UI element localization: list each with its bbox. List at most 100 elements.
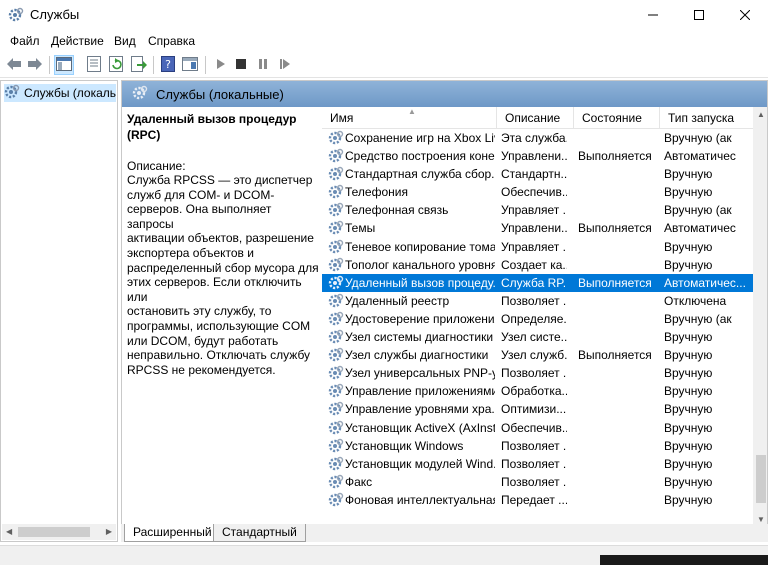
service-status-cell [578, 292, 660, 310]
service-description-cell: Передает ... [501, 492, 567, 507]
scroll-up-icon[interactable]: ▲ [757, 110, 765, 119]
help-button[interactable]: ? [158, 55, 178, 75]
stop-service-button[interactable] [231, 55, 251, 75]
service-description-cell: Определяе... [501, 311, 567, 326]
service-status-cell: Выполняется [578, 348, 652, 363]
menu-file[interactable]: Файл [10, 34, 40, 48]
table-row[interactable]: Средство построения коне... Управлени... В… [322, 147, 753, 165]
column-header-name[interactable]: Имя [322, 107, 497, 129]
menu-help[interactable]: Справка [148, 34, 195, 48]
column-header-description[interactable]: Описание [497, 107, 574, 129]
table-row[interactable]: Темы Управлени... Выполняется Автоматичес [322, 219, 753, 237]
export-list-button[interactable] [129, 55, 149, 75]
service-description-cell: Управляет ... [501, 239, 567, 254]
toolbar-separator [49, 56, 50, 74]
table-row[interactable]: Теневое копирование тома Управляет ... Вру… [322, 238, 753, 256]
start-service-button[interactable] [211, 55, 231, 75]
service-startup-cell: Вручную (ак [664, 131, 732, 145]
refresh-button[interactable] [107, 55, 127, 75]
tab-standard[interactable]: Стандартный [213, 524, 306, 542]
refresh-icon [109, 55, 125, 75]
gear-icon [328, 329, 344, 345]
view-button[interactable] [180, 55, 200, 75]
table-row[interactable]: Управление приложениями Обработка... Вручн… [322, 382, 753, 400]
play-icon [216, 58, 226, 73]
table-row[interactable]: Телефонная связь Управляет ... Вручную (ак [322, 201, 753, 219]
service-description-cell: Позволяет ... [501, 474, 567, 489]
table-row[interactable]: Стандартная служба сбор... Стандартн... Вр… [322, 165, 753, 183]
service-rows: Сохранение игр на Xbox Live Эта служба...… [322, 129, 753, 509]
tree-item-services-local[interactable]: Службы (локальн [4, 84, 116, 102]
back-button[interactable] [4, 55, 24, 75]
table-row[interactable]: Установщик Windows Позволяет ... Вручную [322, 437, 753, 455]
forward-icon [27, 57, 43, 74]
table-row[interactable]: Узел универсальных PNP-у... Позволяет ...… [322, 364, 753, 382]
table-row[interactable]: Узел системы диагностики Узел систе... Вру… [322, 328, 753, 346]
gear-icon [328, 365, 344, 381]
restart-service-button[interactable] [275, 55, 295, 75]
table-row[interactable]: Узел службы диагностики Узел служб... Выпо… [322, 346, 753, 364]
menu-bar: Файл Действие Вид Справка [0, 30, 768, 52]
show-hide-tree-button[interactable] [54, 55, 74, 75]
table-row[interactable]: Тополог канального уровня Создает ка... Вр… [322, 256, 753, 274]
pause-service-button[interactable] [253, 55, 273, 75]
gear-icon [328, 347, 344, 363]
service-startup-cell: Вручную [664, 185, 713, 200]
services-app-icon [8, 7, 24, 23]
gear-icon [328, 184, 344, 200]
table-row[interactable]: Факс Позволяет ... Вручную [322, 473, 753, 491]
pane-title: Службы (локальные) [156, 86, 284, 102]
close-button[interactable] [722, 0, 768, 30]
scrollbar-thumb[interactable] [756, 455, 766, 503]
table-row[interactable]: Управление уровнями хра... Оптимизи... Вру… [322, 400, 753, 418]
list-vertical-scrollbar[interactable]: ▲ ▼ [753, 107, 767, 527]
table-row[interactable]: Удаленный реестр Позволяет ... Отключена [322, 292, 753, 310]
table-row[interactable]: Установщик модулей Wind... Позволяет ... В… [322, 455, 753, 473]
service-description-cell: Управляет ... [501, 203, 567, 218]
tree-item-label: Службы (локальн [24, 86, 116, 100]
service-description-panel: Удаленный вызов процедур (RPC) Описание:… [127, 111, 319, 377]
description-line: распределенный сбор мусора для [127, 260, 319, 275]
service-startup-cell: Вручную [664, 330, 713, 345]
service-startup-cell: Автоматичес [664, 149, 736, 164]
toolbar: ? [0, 52, 768, 78]
service-description-cell: Позволяет ... [501, 293, 567, 308]
scroll-right-icon[interactable]: ▶ [106, 527, 112, 536]
service-description-cell: Эта служба... [501, 131, 567, 145]
scroll-left-icon[interactable]: ◀ [6, 527, 12, 536]
tab-extended[interactable]: Расширенный [124, 524, 221, 542]
service-status-cell [578, 129, 660, 147]
gear-icon [328, 311, 344, 327]
scroll-down-icon[interactable]: ▼ [757, 515, 765, 524]
scrollbar-thumb[interactable] [18, 527, 90, 537]
table-row[interactable]: Сохранение игр на Xbox Live Эта служба...… [322, 129, 753, 147]
gear-icon [328, 420, 344, 436]
properties-icon [87, 55, 101, 75]
table-row[interactable]: Телефония Обеспечив... Вручную [322, 183, 753, 201]
column-header-startup-type[interactable]: Тип запуска [660, 107, 767, 129]
tree-horizontal-scrollbar[interactable]: ◀ ▶ [2, 524, 116, 540]
pause-icon [258, 58, 268, 72]
column-header-status[interactable]: Состояние [574, 107, 660, 129]
description-line: программы, использующие COM [127, 318, 311, 333]
menu-action[interactable]: Действие [51, 34, 104, 48]
forward-button[interactable] [25, 55, 45, 75]
service-name-cell: Удаленный вызов процеду... [345, 275, 495, 290]
gear-icon [328, 438, 344, 454]
taskbar-overlay [600, 555, 768, 565]
properties-button[interactable] [84, 55, 104, 75]
table-row[interactable]: Удостоверение приложения Определяе... Вруч… [322, 310, 753, 328]
table-row[interactable]: Установщик ActiveX (AxInst... Обеспечив..… [322, 419, 753, 437]
minimize-button[interactable] [630, 0, 676, 30]
column-headers: ▲ Имя Описание Состояние Тип запуска [322, 107, 767, 129]
description-line: служб для COM- и DCOM- [127, 187, 275, 202]
gear-icon [328, 456, 344, 472]
service-startup-cell: Вручную [664, 366, 713, 381]
table-row[interactable]: Фоновая интеллектуальная... Передает ... В… [322, 491, 753, 509]
table-row[interactable]: Удаленный вызов процеду... Служба RP... Вы… [322, 273, 753, 292]
menu-view[interactable]: Вид [114, 34, 136, 48]
service-description-cell: Управлени... [501, 149, 567, 164]
maximize-button[interactable] [676, 0, 722, 30]
service-startup-cell: Вручную [664, 492, 713, 507]
service-status-cell: Выполняется [578, 221, 652, 236]
